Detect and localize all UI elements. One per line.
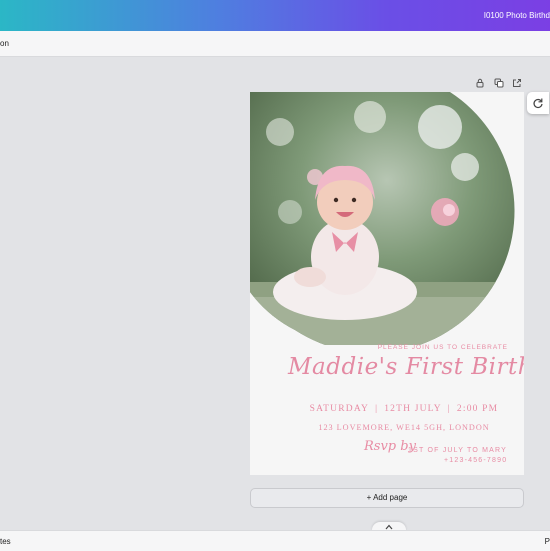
lock-icon[interactable] [473,76,487,90]
baby-photo[interactable] [250,92,524,345]
rsvp-details[interactable]: 1ST OF JULY TO MARY [408,447,507,454]
export-icon[interactable] [510,76,524,90]
separator: | [375,404,379,414]
add-page-button[interactable]: + Add page [250,488,524,508]
editor-toolbar: on [0,31,550,57]
event-date: 12TH JULY [384,404,442,414]
join-text[interactable]: PLEASE JOIN US TO CELEBRATE [378,344,508,351]
rsvp-phone[interactable]: +123-456-7890 [444,457,507,464]
event-time: 2:00 PM [456,404,499,414]
duplicate-icon[interactable] [492,76,506,90]
date-line[interactable]: SATURDAY | 12TH JULY | 2:00 PM [250,404,524,414]
event-address[interactable]: 123 LOVEMORE, WE14 5GH, LONDON [250,423,524,432]
invitation-title[interactable]: Maddie's First Birthday [288,354,524,380]
invitation-card[interactable]: PLEASE JOIN US TO CELEBRATE Maddie's Fir… [250,92,524,475]
toolbar-label[interactable]: on [0,39,9,48]
top-header-bar: I0100 Photo Birthd [0,0,550,31]
bottom-bar: tes P [0,530,550,551]
bottom-right-label[interactable]: P [545,537,550,546]
notes-button[interactable]: tes [0,537,11,546]
event-day: SATURDAY [309,404,370,414]
refresh-icon[interactable] [527,92,549,114]
document-title[interactable]: I0100 Photo Birthd [484,11,550,20]
separator: | [447,404,451,414]
